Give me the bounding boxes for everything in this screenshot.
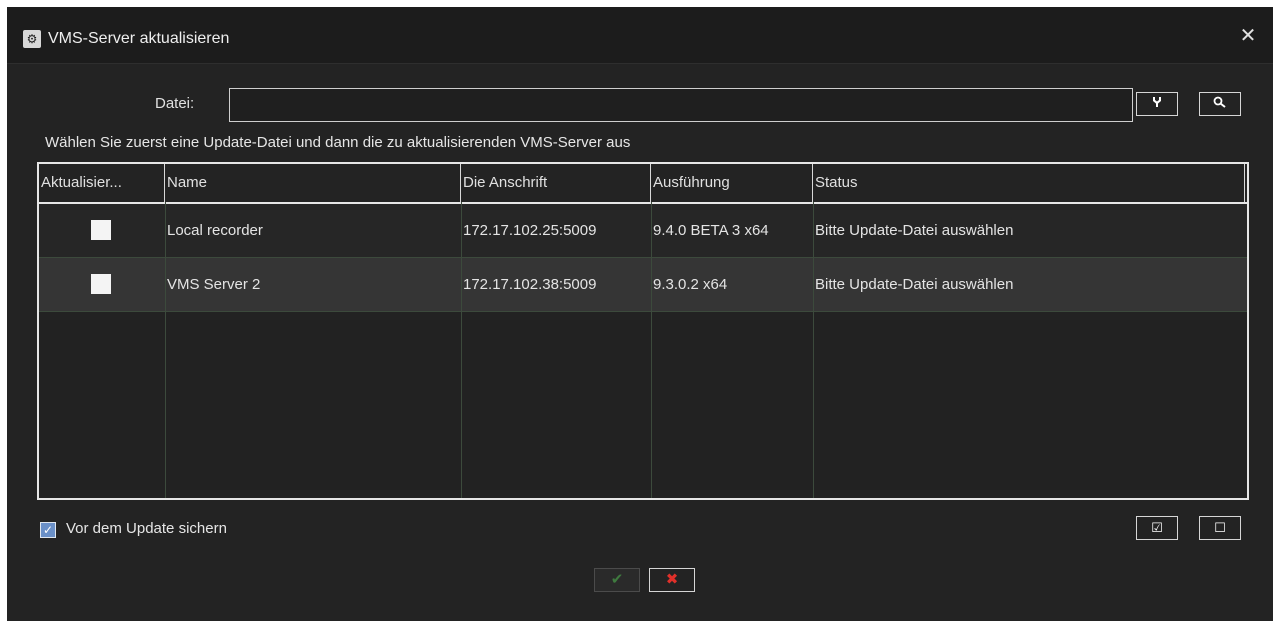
column-divider <box>165 202 166 498</box>
column-header-status[interactable]: Status <box>813 164 1245 202</box>
update-checkbox[interactable] <box>91 274 111 294</box>
update-checkbox[interactable] <box>91 220 111 240</box>
column-divider <box>461 202 462 498</box>
backup-checkbox[interactable]: ✓ <box>40 522 56 538</box>
browse-button[interactable] <box>1136 92 1178 116</box>
gear-icon: ⚙ <box>23 30 41 48</box>
wrench-icon <box>1151 96 1163 111</box>
close-icon: ✖ <box>665 571 679 588</box>
select-all-button[interactable]: ☑ <box>1136 516 1178 540</box>
checkmark-icon: ✔ <box>610 571 624 588</box>
server-version: 9.4.0 BETA 3 x64 <box>653 222 769 239</box>
dialog-title: VMS-Server aktualisieren <box>48 30 230 47</box>
cancel-button[interactable]: ✖ <box>649 568 695 592</box>
checked-box-icon: ☑ <box>1151 520 1163 535</box>
table-row[interactable]: VMS Server 2 172.17.102.38:5009 9.3.0.2 … <box>39 258 1247 312</box>
empty-box-icon: ☐ <box>1214 520 1226 535</box>
server-name: Local recorder <box>167 222 263 239</box>
update-dialog: ⚙ VMS-Server aktualisieren ✕ Datei: Wähl… <box>7 7 1273 621</box>
file-path-input[interactable] <box>229 88 1133 122</box>
title-bar: ⚙ VMS-Server aktualisieren ✕ <box>7 7 1273 64</box>
deselect-all-button[interactable]: ☐ <box>1199 516 1241 540</box>
server-version: 9.3.0.2 x64 <box>653 276 728 293</box>
server-address: 172.17.102.38:5009 <box>463 276 597 293</box>
server-name: VMS Server 2 <box>167 276 261 293</box>
server-table: Aktualisier... Name Die Anschrift Ausfüh… <box>37 162 1249 500</box>
server-status: Bitte Update-Datei auswählen <box>815 222 1014 239</box>
column-header-address[interactable]: Die Anschrift <box>461 164 651 202</box>
column-divider <box>651 202 652 498</box>
close-button[interactable]: ✕ <box>1239 25 1257 47</box>
ok-button[interactable]: ✔ <box>594 568 640 592</box>
search-button[interactable] <box>1199 92 1241 116</box>
search-icon <box>1213 96 1227 111</box>
table-row[interactable]: Local recorder 172.17.102.25:5009 9.4.0 … <box>39 204 1247 258</box>
backup-label[interactable]: Vor dem Update sichern <box>66 520 227 537</box>
column-divider <box>813 202 814 498</box>
column-header-update[interactable]: Aktualisier... <box>39 164 165 202</box>
instruction-text: Wählen Sie zuerst eine Update-Datei und … <box>45 134 631 151</box>
file-label: Datei: <box>155 95 195 112</box>
server-status: Bitte Update-Datei auswählen <box>815 276 1014 293</box>
server-address: 172.17.102.25:5009 <box>463 222 597 239</box>
table-header: Aktualisier... Name Die Anschrift Ausfüh… <box>39 164 1247 204</box>
column-header-version[interactable]: Ausführung <box>651 164 813 202</box>
column-header-name[interactable]: Name <box>165 164 461 202</box>
